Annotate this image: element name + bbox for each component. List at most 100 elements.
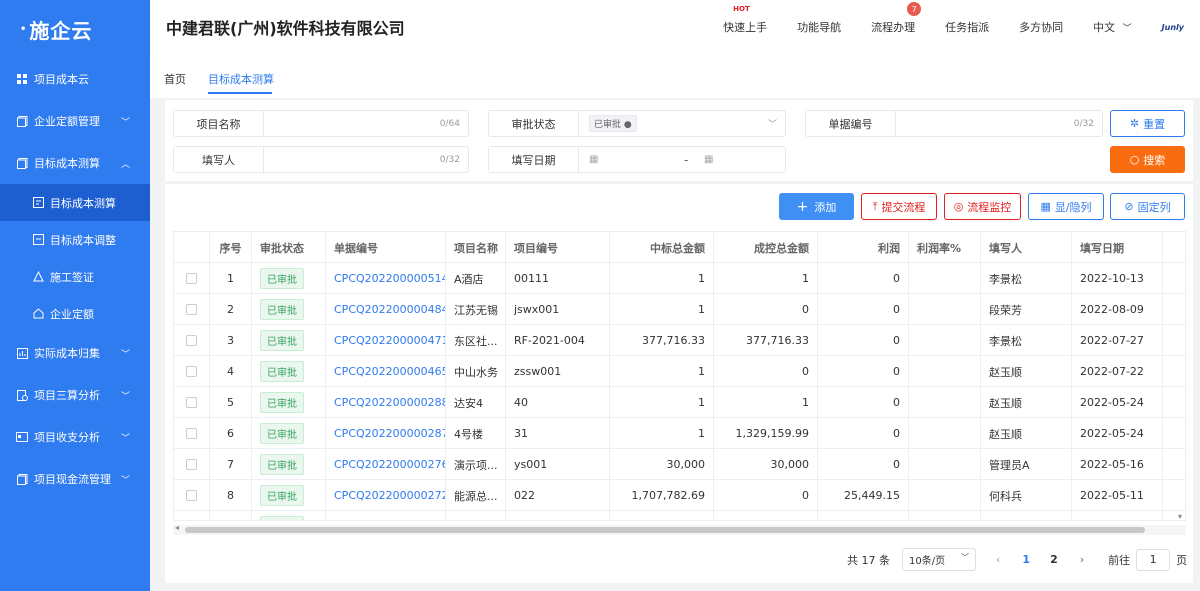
page-size-select[interactable]: 10条/页 ﹀ xyxy=(902,548,976,571)
process-handle-link[interactable]: 7 流程办理 xyxy=(871,2,922,35)
function-nav-link[interactable]: 功能导航 xyxy=(797,19,841,35)
sidebar-subitem-target-cost-calc[interactable]: 目标成本测算 xyxy=(0,184,150,221)
table-cell: 0 xyxy=(714,294,818,325)
doc-no-field[interactable]: 单据编号 0/32 xyxy=(805,110,1103,137)
page-2[interactable]: 2 xyxy=(1050,553,1058,566)
sidebar-item-actual-cost[interactable]: 实际成本归集 ﹀ xyxy=(0,332,150,374)
row-checkbox[interactable] xyxy=(186,304,197,315)
fix-columns-button[interactable]: ⊘ 固定列 xyxy=(1110,193,1185,220)
table-row[interactable]: 3 已审批 CPCQ202200000471 东区社... RF-2021-004 377… xyxy=(174,325,1185,356)
sidebar-subitem-enterprise-quota[interactable]: 企业定额 xyxy=(0,295,150,332)
language-select[interactable]: 中文 ﹀ xyxy=(1093,19,1132,35)
row-checkbox[interactable] xyxy=(186,397,197,408)
table-row[interactable]: 7 已审批 CPCQ202200000276 演示项... ys001 30,000 30,… xyxy=(174,449,1185,480)
table-row[interactable]: 5 已审批 CPCQ202200000288 达安4 40 1 1 0 赵玉顺 2022-05-2… xyxy=(174,387,1185,418)
table-row[interactable]: 9 已审批 CPCQ202200000145 城市高地 gc001 4,228,826.1… xyxy=(174,511,1185,521)
tab-target-cost[interactable]: 目标成本测算 xyxy=(208,71,274,87)
table-cell: 已审批 xyxy=(252,263,326,294)
table-cell: CPCQ202200000484 xyxy=(326,294,446,325)
doc-no-link[interactable]: CPCQ202200000514 xyxy=(334,272,445,285)
scroll-thumb[interactable] xyxy=(185,527,1145,533)
cell-value: 1 xyxy=(227,272,234,285)
table-cell: 已审批 xyxy=(252,449,326,480)
scroll-down-icon[interactable]: ▾ xyxy=(1178,512,1182,521)
row-checkbox[interactable] xyxy=(186,366,197,377)
table-cell: 1 xyxy=(210,263,252,294)
table-cell: RF-2021-004 xyxy=(506,325,610,356)
tab-home[interactable]: 首页 xyxy=(164,71,186,87)
row-checkbox-cell xyxy=(174,480,210,511)
table-row[interactable]: 4 已审批 CPCQ202200000465 中山水务 zssw001 1 0 0 赵玉顺 202… xyxy=(174,356,1185,387)
task-assign-link[interactable]: 任务指派 xyxy=(945,19,989,35)
table-row[interactable]: 6 已审批 CPCQ202200000287 4号楼 31 1 1,329,159.99 0 赵… xyxy=(174,418,1185,449)
sidebar-item-target-cost[interactable]: 目标成本测算 ︿ xyxy=(0,142,150,184)
toggle-columns-button[interactable]: ▦ 显/隐列 xyxy=(1028,193,1104,220)
approval-status-select[interactable]: 审批状态 已审批 ● ﹀ xyxy=(488,110,786,137)
sidebar-subitem-site-visa[interactable]: 施工签证 xyxy=(0,258,150,295)
sidebar-item-enterprise-quota[interactable]: 企业定额管理 ﹀ xyxy=(0,100,150,142)
table-row[interactable]: 8 已审批 CPCQ202200000272 能源总... 022 1,707,782.6… xyxy=(174,480,1185,511)
cell-value: 2022-10-13 xyxy=(1080,272,1144,285)
quick-start-link[interactable]: HOT 快速上手 xyxy=(723,5,767,35)
doc-no-link[interactable]: CPCQ202200000272 xyxy=(334,489,445,502)
doc-no-link[interactable]: CPCQ202200000484 xyxy=(334,303,445,316)
table-row[interactable]: 1 已审批 CPCQ202200000514 A酒店 00111 1 1 0 李景松 2022-1… xyxy=(174,263,1185,294)
horizontal-scrollbar[interactable]: ◂ xyxy=(173,523,1186,535)
table-cell: 2022-05-16 xyxy=(1072,449,1163,480)
table-cell: 1 xyxy=(610,418,714,449)
doc-no-link[interactable]: CPCQ202200000145 xyxy=(334,520,446,521)
page-tabs: 首页 目标成本测算 xyxy=(150,54,1200,98)
close-icon[interactable]: ● xyxy=(624,120,632,130)
cell-value: 1 xyxy=(698,365,705,378)
page-1[interactable]: 1 xyxy=(1022,553,1030,566)
collaboration-link[interactable]: 多方协同 xyxy=(1019,19,1063,35)
table-cell xyxy=(909,449,981,480)
doc-no-link[interactable]: CPCQ202200000471 xyxy=(334,334,445,347)
reset-button[interactable]: ✲ 重置 xyxy=(1110,110,1185,137)
row-checkbox[interactable] xyxy=(186,459,197,470)
cell-value: 4,228,826.18 xyxy=(632,520,705,521)
document-stack-icon xyxy=(16,473,28,485)
table-cell: 1 xyxy=(610,356,714,387)
add-button[interactable]: + 添加 xyxy=(779,193,854,220)
sidebar: • 施企云 项目成本云 企业定额管理 ﹀ 目标成本测算 ︿ 目标成本测算 目标成本… xyxy=(0,0,150,591)
sidebar-item-three-calc[interactable]: 项目三算分析 ﹀ xyxy=(0,374,150,416)
upload-icon: ⤒ xyxy=(872,199,878,213)
prev-page-icon[interactable]: ‹ xyxy=(996,553,1000,566)
table-cell: 1 xyxy=(610,263,714,294)
sidebar-subitem-target-cost-adjust[interactable]: 目标成本调整 xyxy=(0,221,150,258)
active-tab-indicator xyxy=(208,92,272,94)
scroll-left-icon[interactable]: ◂ xyxy=(175,523,179,532)
next-page-icon[interactable]: › xyxy=(1080,553,1084,566)
row-checkbox[interactable] xyxy=(186,428,197,439)
submit-process-button[interactable]: ⤒ 提交流程 xyxy=(861,193,937,220)
row-checkbox[interactable] xyxy=(186,273,197,284)
search-button[interactable]: ○ 搜索 xyxy=(1110,146,1185,173)
grid-icon xyxy=(16,73,28,85)
doc-no-link[interactable]: CPCQ202200000288 xyxy=(334,396,445,409)
status-tag[interactable]: 已审批 ● xyxy=(589,115,637,132)
doc-no-link[interactable]: CPCQ202200000287 xyxy=(334,427,445,440)
table-cell: 30,000 xyxy=(610,449,714,480)
process-monitor-button[interactable]: ◎ 流程监控 xyxy=(944,193,1021,220)
filler-field[interactable]: 填写人 0/32 xyxy=(173,146,469,173)
cell-value: 1 xyxy=(698,427,705,440)
cell-value: 李景松 xyxy=(989,272,1022,286)
row-checkbox[interactable] xyxy=(186,490,197,501)
sidebar-item-cash-flow[interactable]: 项目现金流管理 ﹀ xyxy=(0,458,150,500)
table-cell: 7 xyxy=(210,449,252,480)
table-cell: CPCQ202200000276 xyxy=(326,449,446,480)
fill-date-range[interactable]: 填写日期 ▦ - ▦ xyxy=(488,146,786,173)
table-row[interactable]: 2 已审批 CPCQ202200000484 江苏无锡 jswx001 1 0 0 段荣芳 202… xyxy=(174,294,1185,325)
table-cell: 5 xyxy=(210,387,252,418)
goto-input[interactable]: 1 xyxy=(1136,548,1171,571)
table-cell: 管理员A xyxy=(981,449,1072,480)
doc-no-link[interactable]: CPCQ202200000276 xyxy=(334,458,445,471)
row-checkbox[interactable] xyxy=(186,335,197,346)
sidebar-item-income-expense[interactable]: 项目收支分析 ﹀ xyxy=(0,416,150,458)
paperclip-icon: ⊘ xyxy=(1124,200,1134,213)
sidebar-item-project-cost-cloud[interactable]: 项目成本云 xyxy=(0,58,150,100)
project-name-field[interactable]: 项目名称 0/64 xyxy=(173,110,469,137)
search-icon: ○ xyxy=(1129,153,1140,166)
doc-no-link[interactable]: CPCQ202200000465 xyxy=(334,365,445,378)
